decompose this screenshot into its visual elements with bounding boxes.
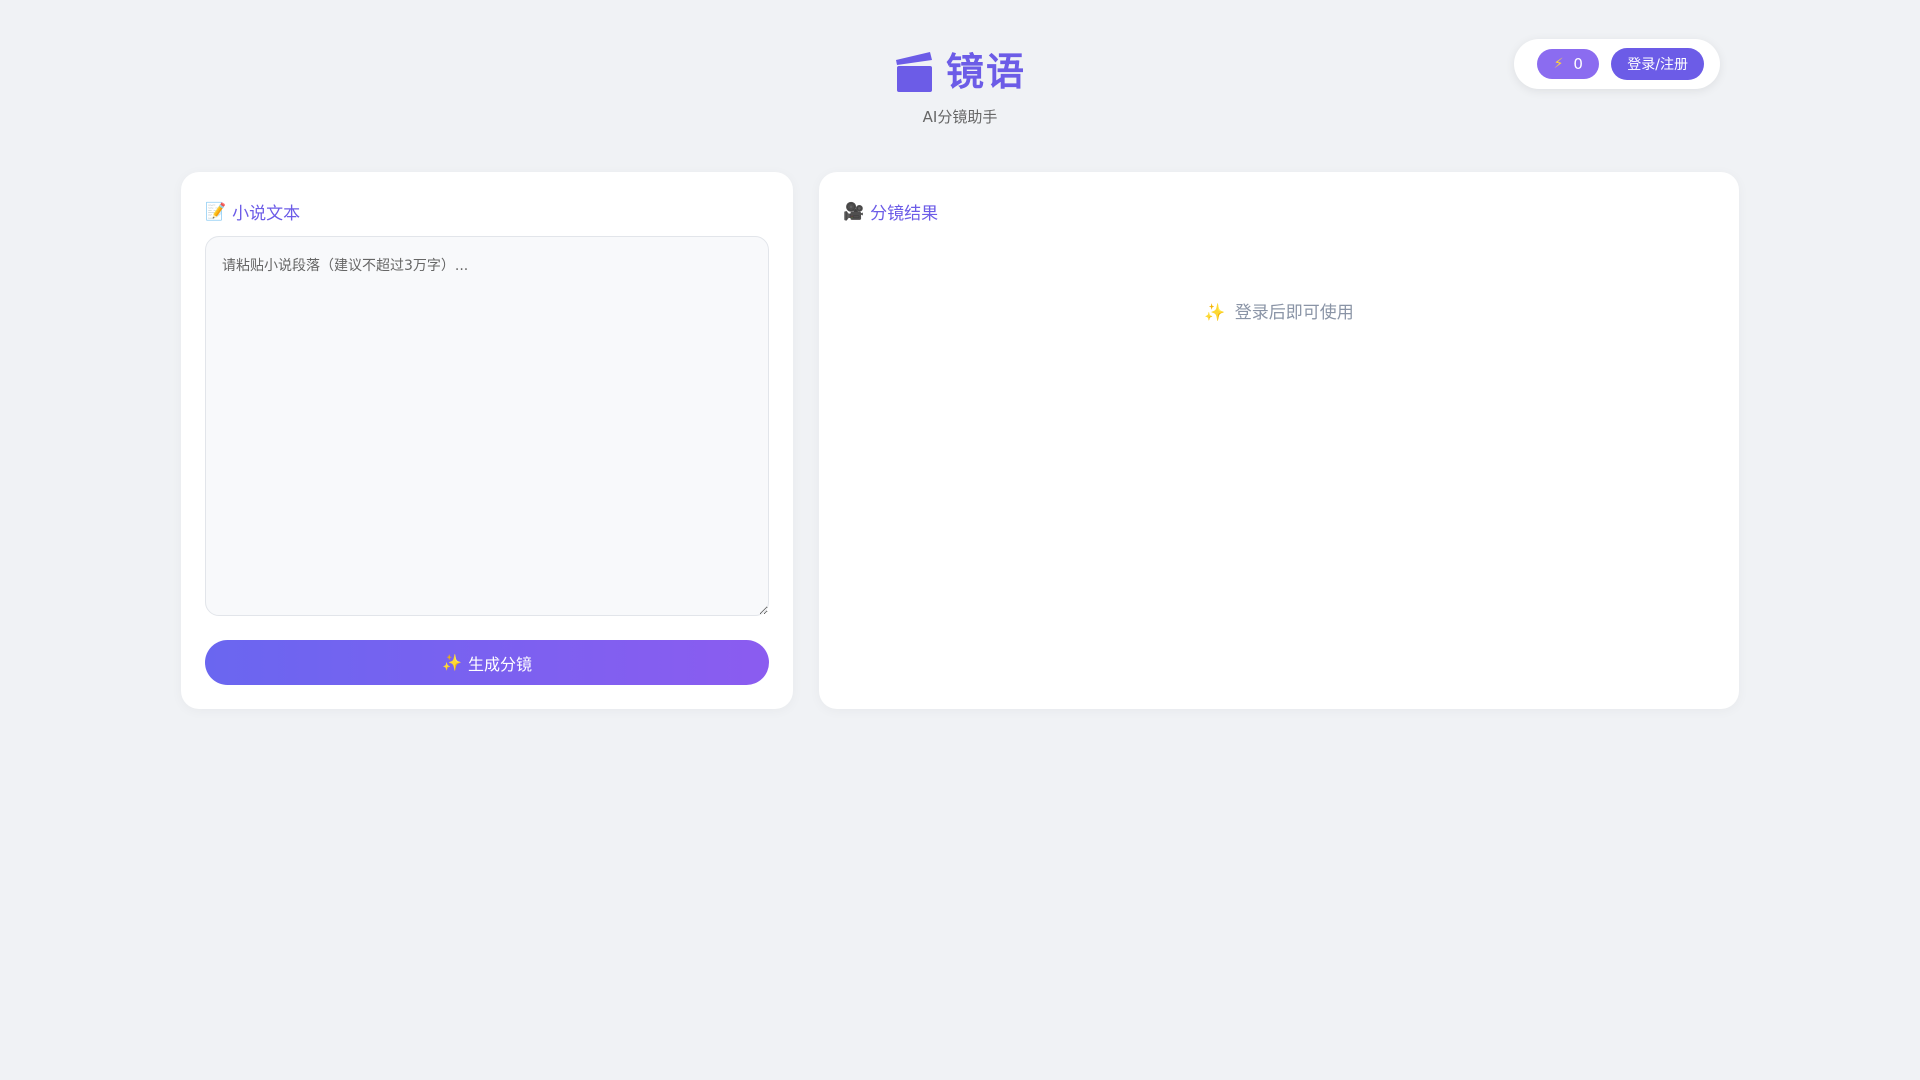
generate-storyboard-button[interactable]: ✨ 生成分镜 <box>205 640 769 685</box>
novel-panel-title-text: 小说文本 <box>232 204 301 224</box>
generate-button-label: 生成分镜 <box>467 654 532 674</box>
app-title: 镜语 <box>945 50 1026 94</box>
app-subtitle: AI分镜助手 <box>922 108 998 126</box>
camera-icon: 🎥 <box>843 201 865 222</box>
user-bar: ⚡ 0 登录/注册 <box>1514 39 1720 89</box>
novel-panel-title: 📝 小说文本 <box>205 199 301 225</box>
credits-value: 0 <box>1573 55 1583 73</box>
sparkle-icon: ✨ <box>1204 303 1226 323</box>
login-register-button[interactable]: 登录/注册 <box>1611 48 1704 80</box>
novel-input-panel: 📝 小说文本 ✨ 生成分镜 <box>181 172 793 709</box>
lightning-icon: ⚡ <box>1553 56 1564 72</box>
login-hint: ✨ 登录后即可使用 <box>819 298 1739 323</box>
memo-icon: 📝 <box>205 201 227 222</box>
storyboard-result-panel: 🎥 分镜结果 ✨ 登录后即可使用 <box>819 172 1739 709</box>
brand: 镜语 <box>894 46 1026 98</box>
clapperboard-icon <box>895 52 932 92</box>
credits-badge[interactable]: ⚡ 0 <box>1537 49 1600 79</box>
result-panel-title: 🎥 分镜结果 <box>843 199 939 225</box>
app-root: 镜语 AI分镜助手 ⚡ 0 登录/注册 📝 小说文本 ✨ 生成分镜 🎥 分镜结果… <box>0 0 1920 1080</box>
result-panel-title-text: 分镜结果 <box>870 204 939 224</box>
login-hint-text: 登录后即可使用 <box>1234 303 1354 323</box>
novel-text-input[interactable] <box>205 236 769 616</box>
sparkle-icon: ✨ <box>442 653 462 672</box>
